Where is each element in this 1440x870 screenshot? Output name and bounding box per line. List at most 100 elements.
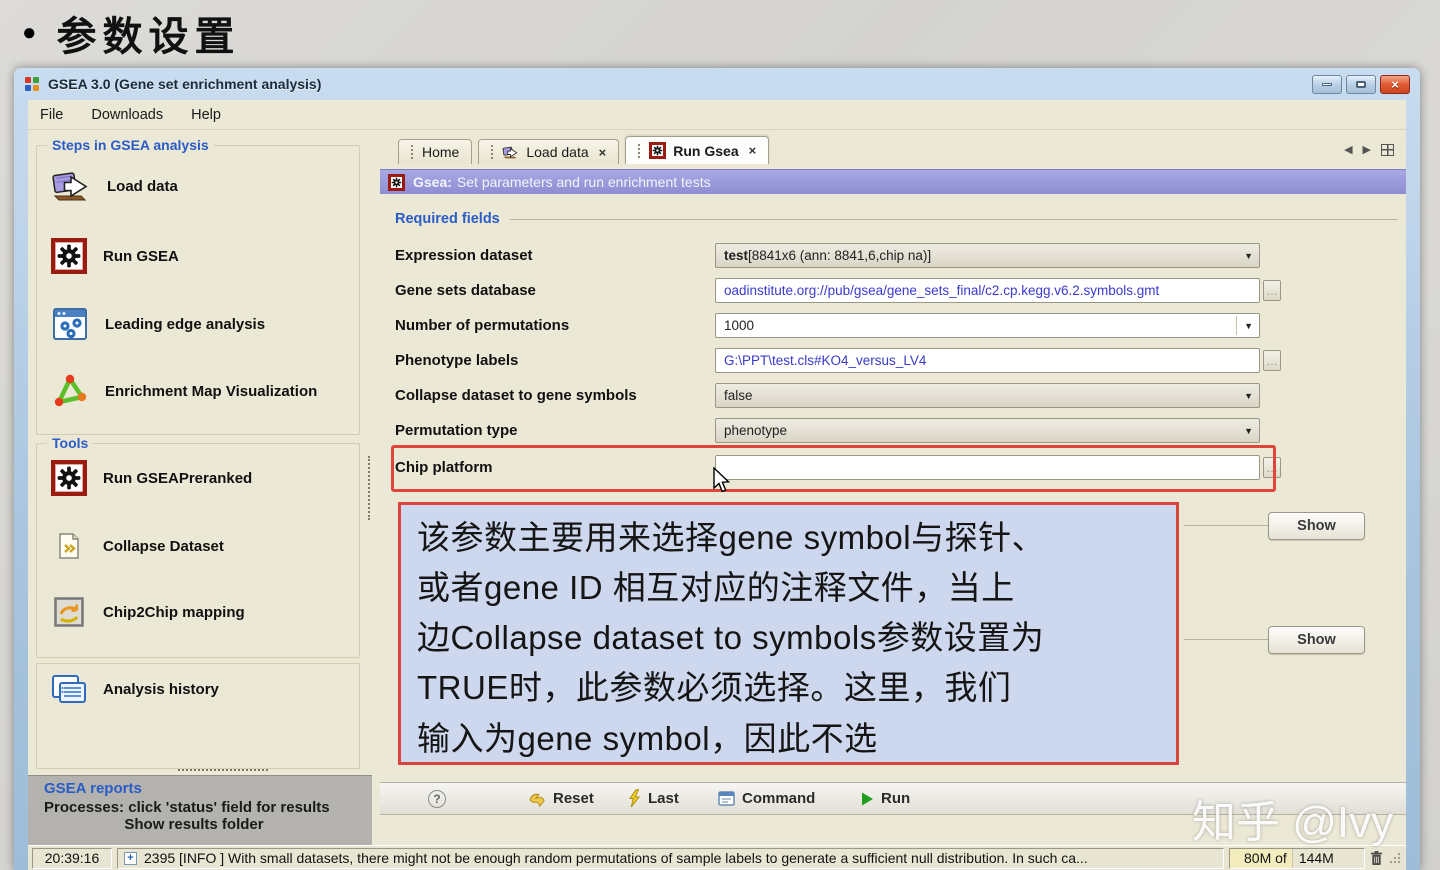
reset-button[interactable]: Reset — [528, 790, 594, 807]
chevron-down-icon[interactable]: ▼ — [1244, 391, 1253, 401]
resize-grip-icon[interactable] — [1388, 851, 1402, 865]
tab-grip-icon — [638, 143, 642, 158]
chip-platform-field[interactable]: … — [715, 455, 1281, 480]
slide-background: ● 参数设置 GSEA 3.0 (Gene set enrichment ana… — [0, 0, 1440, 870]
sidebar-item-leading-edge[interactable]: Leading edge analysis — [51, 306, 265, 342]
horizontal-splitter-handle[interactable] — [178, 769, 268, 773]
close-button[interactable]: × — [1380, 74, 1410, 94]
chevron-down-icon[interactable]: ▼ — [1244, 426, 1253, 436]
tab-list-icon[interactable] — [1381, 143, 1394, 156]
last-label: Last — [648, 790, 679, 807]
lightning-icon — [628, 789, 641, 808]
mouse-cursor-icon — [712, 467, 731, 494]
last-button[interactable]: Last — [628, 789, 679, 808]
permutation-type-dropdown[interactable]: phenotype ▼ — [715, 418, 1260, 443]
show-results-folder-link[interactable]: Show results folder — [44, 816, 344, 833]
field-label: Expression dataset — [395, 247, 533, 264]
minimize-button[interactable] — [1312, 74, 1342, 94]
document-icon — [51, 532, 87, 560]
field-value: 1000 — [724, 318, 755, 333]
field-row-chip-platform: Chip platform … — [395, 455, 1281, 480]
window-body: File Downloads Help Steps in GSEA analys… — [28, 100, 1406, 870]
show-button-basic-fields[interactable]: Show — [1268, 512, 1365, 540]
enrichment-map-icon — [51, 372, 89, 410]
window-titlebar[interactable]: GSEA 3.0 (Gene set enrichment analysis) … — [14, 68, 1420, 100]
browse-button[interactable]: … — [1263, 457, 1281, 478]
field-label: Gene sets database — [395, 282, 536, 299]
panel-header-rest: Set parameters and run enrichment tests — [456, 174, 711, 190]
tools-group-title: Tools — [47, 435, 94, 451]
tab-close-icon[interactable]: × — [599, 145, 607, 160]
section-rule — [1184, 525, 1268, 526]
history-box: Analysis history — [36, 663, 360, 769]
close-icon: × — [1391, 76, 1399, 92]
tab-label: Run Gsea — [673, 142, 739, 159]
tab-label: Home — [422, 144, 460, 160]
tab-scroll-right-icon[interactable]: ▶ — [1363, 143, 1371, 156]
sidebar-item-run-gsea[interactable]: Run GSEA — [51, 238, 179, 274]
command-label: Command — [742, 790, 816, 807]
reset-label: Reset — [553, 790, 594, 807]
menu-file[interactable]: File — [40, 107, 63, 123]
content-area: Steps in GSEA analysis Load data Run GSE… — [28, 131, 1406, 845]
tab-home[interactable]: Home — [398, 139, 473, 164]
sidebar-item-analysis-history[interactable]: Analysis history — [51, 674, 219, 704]
field-label: Collapse dataset to gene symbols — [395, 387, 637, 404]
field-value: oadinstitute.org://pub/gsea/gene_sets_fi… — [724, 283, 1160, 298]
main-panel: Home Load data × Run Gsea × ◀ ▶ Gsea: Se… — [380, 131, 1406, 845]
reset-icon — [528, 791, 546, 807]
tab-load-data[interactable]: Load data × — [478, 139, 620, 164]
tab-grip-icon — [411, 145, 415, 159]
status-message: + 2395 [INFO ] With small datasets, ther… — [117, 847, 1224, 869]
required-fields-title: Required fields — [395, 211, 500, 227]
maximize-button[interactable] — [1346, 74, 1376, 94]
processes-status-text: Processes: click 'status' field for resu… — [44, 799, 330, 816]
menu-downloads[interactable]: Downloads — [91, 107, 163, 123]
tab-scroll-left-icon[interactable]: ◀ — [1344, 143, 1352, 156]
panel-header-text: Gsea: Set parameters and run enrichment t… — [413, 174, 711, 190]
tab-run-gsea[interactable]: Run Gsea × — [625, 136, 770, 164]
sidebar-item-collapse-dataset[interactable]: Collapse Dataset — [51, 532, 224, 560]
gene-sets-database-field[interactable]: oadinstitute.org://pub/gsea/gene_sets_fi… — [715, 278, 1281, 303]
bullet-icon: ● — [22, 19, 37, 46]
vertical-splitter-handle[interactable] — [368, 456, 372, 520]
minimize-icon — [1322, 82, 1332, 86]
trash-icon[interactable] — [1370, 850, 1383, 866]
menu-help[interactable]: Help — [191, 107, 221, 123]
sidebar-item-load-data[interactable]: Load data — [51, 168, 178, 204]
browse-button[interactable]: … — [1263, 280, 1281, 301]
run-button[interactable]: Run — [860, 790, 910, 807]
load-data-icon — [502, 145, 519, 160]
collapse-dataset-dropdown[interactable]: false ▼ — [715, 383, 1260, 408]
field-value: G:\PPT\test.cls#KO4_versus_LV4 — [724, 353, 927, 368]
field-label: Chip platform — [395, 459, 493, 476]
chevron-down-icon[interactable]: ▼ — [1244, 251, 1253, 261]
help-icon: ? — [428, 789, 446, 808]
sidebar-item-enrichment-map[interactable]: Enrichment Map Visualization — [51, 372, 317, 410]
command-button[interactable]: Command — [718, 790, 815, 807]
memory-indicator: 80M of 144M — [1229, 847, 1365, 869]
field-value: false — [724, 388, 753, 403]
tools-groupbox: Tools Run GSEAPreranked Collapse Dataset… — [36, 435, 360, 658]
run-play-icon — [860, 791, 874, 807]
help-button[interactable]: ? — [428, 789, 446, 808]
phenotype-labels-field[interactable]: G:\PPT\test.cls#KO4_versus_LV4 … — [715, 348, 1281, 373]
sidebar-item-chip2chip[interactable]: Chip2Chip mapping — [51, 597, 245, 627]
gsea-panel-header: Gsea: Set parameters and run enrichment t… — [380, 169, 1406, 194]
field-value: phenotype — [724, 423, 788, 438]
expression-dataset-dropdown[interactable]: test [8841x6 (ann: 8841,6,chip na)] ▼ — [715, 243, 1260, 268]
gear-icon — [649, 142, 667, 159]
tab-grip-icon — [491, 145, 495, 159]
browse-button[interactable]: … — [1263, 350, 1281, 371]
tab-close-icon[interactable]: × — [749, 143, 757, 158]
sidebar-item-gsea-preranked[interactable]: Run GSEAPreranked — [51, 460, 252, 496]
slide-title: ● 参数设置 — [22, 4, 241, 62]
permutations-combobox[interactable]: 1000 ▼ — [715, 313, 1260, 338]
gear-icon — [51, 460, 87, 496]
gsea-window: GSEA 3.0 (Gene set enrichment analysis) … — [14, 68, 1420, 870]
expand-plus-icon[interactable]: + — [124, 851, 137, 865]
menu-bar: File Downloads Help — [28, 100, 1406, 130]
chevron-down-icon[interactable]: ▼ — [1244, 321, 1253, 331]
field-row-collapse-dataset: Collapse dataset to gene symbols false ▼ — [395, 383, 1260, 408]
show-button-advanced-fields[interactable]: Show — [1268, 626, 1365, 654]
